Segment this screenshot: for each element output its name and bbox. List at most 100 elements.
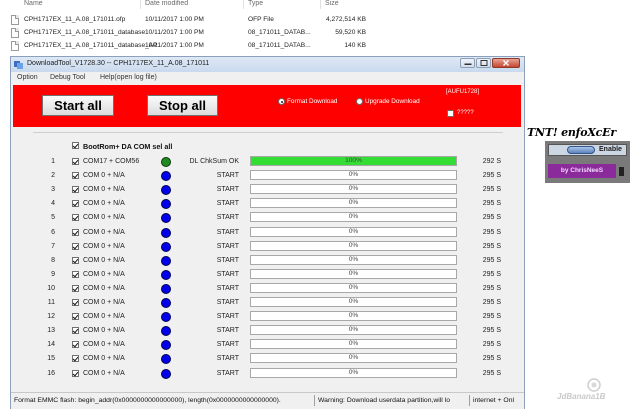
option-checkbox[interactable] [447,110,454,117]
port-time: 295 S [482,369,501,377]
file-icon [11,15,19,25]
port-status-indicator [161,283,171,294]
progress-bar: 0% [250,339,457,350]
port-status: START [216,341,239,349]
port-status: START [216,299,239,306]
progress-percent: 0% [348,269,359,277]
file-name: CPH1717EX_11_A.08_171011_database [24,29,146,36]
port-checkbox[interactable] [72,172,79,180]
port-checkbox[interactable] [72,341,79,349]
start-all-button[interactable]: Start all [42,95,114,116]
port-checkbox[interactable] [72,186,79,194]
status-connection-text: internet + Onl [473,397,514,404]
port-name: COM 0 + N/A [83,270,125,278]
port-time: 292 S [482,158,501,165]
port-index: 14 [47,341,55,349]
port-status: START [216,214,239,222]
port-status-indicator [161,157,171,167]
port-status: START [216,200,239,208]
port-index: 2 [51,172,55,180]
port-name: COM 0 + N/A [83,313,125,321]
port-checkbox[interactable] [72,270,79,278]
port-row: 13 COM 0 + N/A START 0% 295 S [11,324,524,338]
file-type: 08_171011_DATAB... [248,42,311,49]
maximize-button[interactable] [476,58,491,68]
upgrade-download-label: Upgrade Download [365,98,420,105]
camera-logo-icon [587,378,601,392]
port-status: START [216,186,239,194]
port-checkbox[interactable] [72,214,79,222]
progress-percent: 0% [348,227,359,235]
port-row: 7 COM 0 + N/A START 0% 295 S [11,240,524,254]
port-name: COM 0 + N/A [83,228,125,236]
file-row[interactable]: CPH1717EX_11_A.08_171011_database 10/11/… [0,27,380,40]
file-icon [11,41,19,51]
port-checkbox[interactable] [72,299,79,306]
column-type[interactable]: Type [248,0,263,9]
format-download-label: Format Download [287,98,338,105]
port-name: COM17 + COM56 [83,158,140,165]
port-checkbox[interactable] [72,313,79,321]
port-checkbox[interactable] [72,242,79,250]
port-status-indicator [161,185,171,196]
progress-bar: 0% [250,240,457,251]
status-warning-text: Warning: Download userdata partition,wil… [318,397,450,404]
column-name[interactable]: Name [24,0,43,9]
port-checkbox[interactable] [72,327,79,335]
menu-option[interactable]: Option [17,74,38,81]
port-checkbox[interactable] [72,200,79,208]
column-size[interactable]: Size [325,0,339,9]
format-download-radio[interactable] [278,98,285,105]
port-row: 14 COM 0 + N/A START 0% 295 S [11,338,524,352]
port-status-indicator [161,312,171,323]
watermark-text: JdBanana1B [557,392,606,401]
port-checkbox[interactable] [72,369,79,377]
port-row: 9 COM 0 + N/A START 0% 295 S [11,268,524,282]
file-row[interactable]: CPH1717EX_11_A.08_171011_database_AP 10/… [0,40,380,53]
port-status-indicator [161,340,171,351]
enable-toggle[interactable]: Enable [548,144,627,156]
status-bar: Format EMMC flash: begin_addr(0x00000000… [11,392,524,409]
close-button[interactable] [492,58,520,68]
port-name: COM 0 + N/A [83,242,125,250]
file-row[interactable]: CPH1717EX_11_A.08_171011.ofp 10/11/2017 … [0,14,380,27]
progress-percent: 0% [348,354,359,362]
port-checkbox[interactable] [72,284,79,292]
column-date-modified[interactable]: Date modified [145,0,188,9]
status-divider [314,395,315,406]
port-index: 6 [51,228,55,236]
port-time: 295 S [482,270,501,278]
file-size: 140 KB [344,42,366,49]
progress-percent: 0% [348,326,359,334]
port-status-indicator [161,199,171,210]
upgrade-download-radio[interactable] [356,98,363,105]
port-row: 8 COM 0 + N/A START 0% 295 S [11,254,524,268]
port-checkbox[interactable] [72,158,79,165]
enforcer-widget: Enable by ChrisNeeS [545,141,630,183]
progress-bar: 0% [250,311,457,322]
port-checkbox[interactable] [72,355,79,363]
progress-percent: 0% [348,255,359,263]
select-all-checkbox[interactable] [72,142,79,149]
menu-debug-tool[interactable]: Debug Tool [50,74,85,81]
port-name: COM 0 + N/A [83,214,125,222]
title-bar[interactable]: DownloadTool_V1728.30 -- CPH1717EX_11_A.… [11,57,524,72]
minimize-button[interactable] [460,58,475,68]
port-status-indicator [161,354,171,365]
file-size: 4,272,514 KB [326,16,366,23]
minimize-icon [464,63,471,65]
port-name: COM 0 + N/A [83,256,125,264]
file-name: CPH1717EX_11_A.08_171011.ofp [24,16,126,23]
close-icon [503,60,509,66]
port-row: 11 COM 0 + N/A START 0% 295 S [11,296,524,310]
progress-bar: 0% [250,226,457,237]
port-time: 295 S [482,200,501,208]
menu-help[interactable]: Help(open log file) [100,74,157,81]
port-checkbox[interactable] [72,228,79,236]
control-panel: Start all Stop all Format Download Upgra… [13,85,521,127]
port-checkbox[interactable] [72,256,79,264]
port-row: 16 COM 0 + N/A START 0% 295 S [11,367,524,381]
port-index: 7 [51,242,55,250]
port-index: 15 [47,355,55,363]
stop-all-button[interactable]: Stop all [147,95,218,116]
